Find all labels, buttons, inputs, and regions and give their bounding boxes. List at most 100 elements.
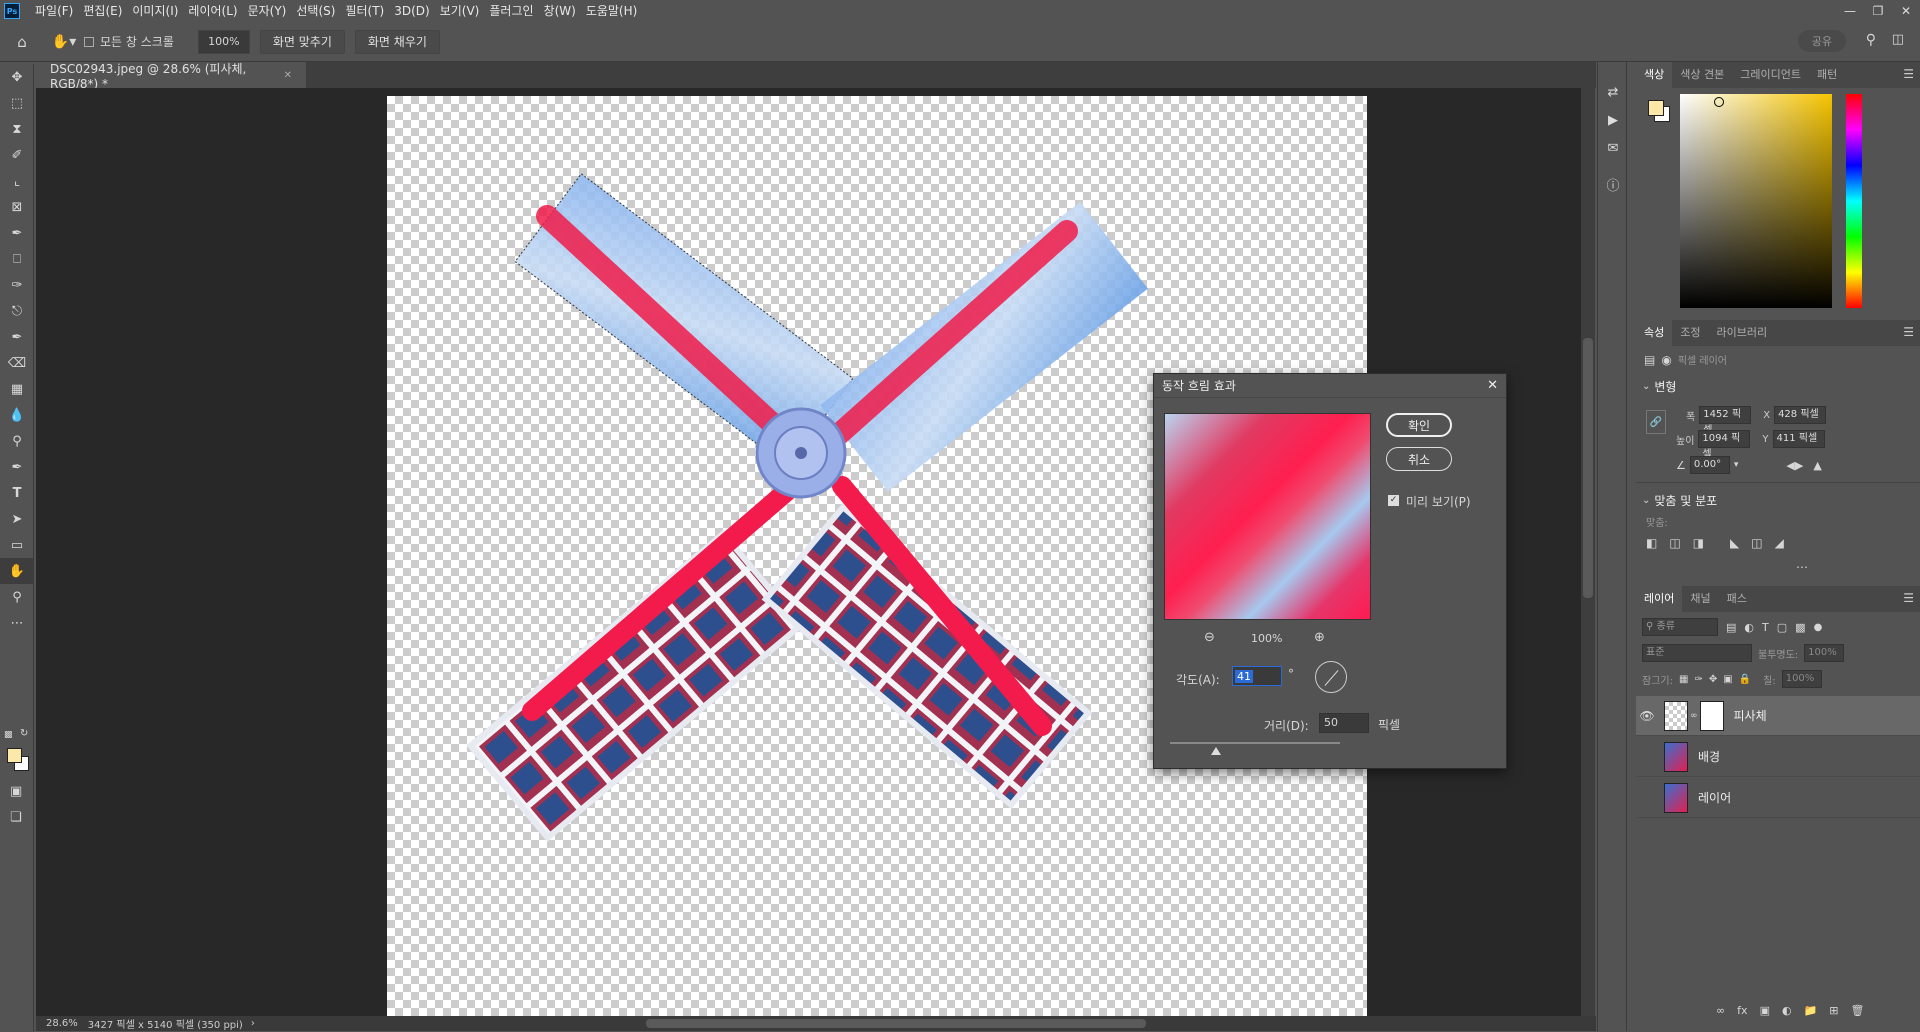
rotation-input[interactable]: 0.00° <box>1689 456 1730 474</box>
marquee-tool-icon[interactable]: ⬚ <box>0 90 34 116</box>
filter-adjust-icon[interactable]: ◐ <box>1744 621 1754 634</box>
fill-screen-button[interactable]: 화면 채우기 <box>354 29 440 54</box>
filter-smart-icon[interactable]: ▩ <box>1795 621 1805 634</box>
frame-tool-icon[interactable]: ⊠ <box>0 194 34 220</box>
rotation-dropdown-icon[interactable]: ▾ <box>1734 460 1739 470</box>
status-zoom[interactable]: 28.6% <box>46 1018 78 1029</box>
flip-horizontal-icon[interactable]: ◀▶ <box>1786 459 1803 472</box>
blur-tool-icon[interactable]: 💧 <box>0 402 34 428</box>
more-tools-icon[interactable]: ⋯ <box>0 610 34 636</box>
angle-dial[interactable] <box>1315 661 1347 693</box>
eyedropper-tool-icon[interactable]: ✒ <box>0 220 34 246</box>
align-right-icon[interactable]: ◨ <box>1693 536 1704 550</box>
flip-vertical-icon[interactable]: ▲ <box>1813 459 1821 472</box>
dodge-tool-icon[interactable]: ⚲ <box>0 428 34 454</box>
layer-name[interactable]: 배경 <box>1698 748 1720 765</box>
preview-zoom-in-icon[interactable]: ⊕ <box>1314 630 1325 645</box>
hand-tool-preset-icon[interactable]: ✋▾ <box>44 34 84 50</box>
delete-layer-icon[interactable]: 🗑 <box>1851 1004 1865 1017</box>
filter-type-icon[interactable]: T <box>1762 621 1769 634</box>
menu-edit[interactable]: 편집(E) <box>78 0 127 22</box>
search-icon[interactable]: ⚲ <box>1866 32 1876 48</box>
align-middle-icon[interactable]: ◫ <box>1751 536 1762 550</box>
height-input[interactable]: 1094 픽셀 <box>1698 430 1751 460</box>
tab-properties[interactable]: 속성 <box>1636 320 1673 346</box>
preview-zoom-out-icon[interactable]: ⊖ <box>1204 630 1215 645</box>
menu-view[interactable]: 보기(V) <box>435 0 485 22</box>
foreground-color-swatch[interactable] <box>7 748 22 763</box>
preview-checkbox[interactable]: ✓ <box>1388 495 1399 506</box>
tab-paths[interactable]: 패스 <box>1719 586 1755 612</box>
color-picker-cursor[interactable] <box>1714 97 1724 107</box>
horizontal-scroll-thumb[interactable] <box>646 1019 1146 1028</box>
workspace-icon[interactable]: ◫ <box>1892 32 1904 47</box>
menu-filter[interactable]: 필터(T) <box>340 0 389 22</box>
screen-mode-icon[interactable]: ❏ <box>10 810 22 825</box>
color-panel-fg-swatch[interactable] <box>1648 100 1664 116</box>
menu-file[interactable]: 파일(F) <box>30 0 78 22</box>
x-input[interactable]: 428 픽셀 <box>1774 406 1827 424</box>
move-tool-icon[interactable]: ✥ <box>0 64 34 90</box>
tab-channels[interactable]: 채널 <box>1682 586 1718 612</box>
home-icon[interactable]: ⌂ <box>0 33 44 51</box>
menu-help[interactable]: 도움말(H) <box>581 0 643 22</box>
hue-slider[interactable] <box>1846 94 1862 308</box>
restore-icon[interactable]: ❐ <box>1864 0 1892 22</box>
align-left-icon[interactable]: ◧ <box>1646 536 1657 550</box>
crop-tool-icon[interactable]: ⌞ <box>0 168 34 194</box>
minimize-icon[interactable]: — <box>1836 0 1864 22</box>
link-layers-icon[interactable]: ∞ <box>1716 1004 1725 1017</box>
layer-row-subject[interactable]: 👁 ∞ 피사체 <box>1636 696 1920 736</box>
menu-layer[interactable]: 레이어(L) <box>183 0 242 22</box>
lock-position-icon[interactable]: ✥ <box>1709 674 1717 685</box>
filter-pixel-icon[interactable]: ▤ <box>1726 621 1736 634</box>
hand-tool-icon[interactable]: ✋ <box>0 558 34 584</box>
y-input[interactable]: 411 픽셀 <box>1772 430 1825 448</box>
layer-row-layer[interactable]: 레이어 <box>1636 778 1920 818</box>
dialog-close-icon[interactable]: ✕ <box>1487 378 1498 393</box>
close-tab-icon[interactable]: ✕ <box>284 70 292 81</box>
distance-slider-track[interactable] <box>1170 742 1340 744</box>
layer-mask-thumbnail[interactable] <box>1699 700 1724 731</box>
brush-tool-icon[interactable]: ✑ <box>0 272 34 298</box>
align-bottom-icon[interactable]: ◢ <box>1775 536 1784 550</box>
panel-menu-icon[interactable]: ☰ <box>1903 67 1914 81</box>
dialog-preview[interactable] <box>1164 413 1371 620</box>
zoom-tool-icon[interactable]: ⚲ <box>0 584 34 610</box>
vertical-scroll-thumb[interactable] <box>1583 338 1593 598</box>
healing-brush-tool-icon[interactable]: ⎕ <box>0 246 34 272</box>
comments-icon[interactable]: ✉ <box>1598 134 1628 162</box>
layer-name[interactable]: 레이어 <box>1698 789 1731 806</box>
history-brush-tool-icon[interactable]: ✒ <box>0 324 34 350</box>
layers-menu-icon[interactable]: ☰ <box>1903 591 1914 605</box>
menu-image[interactable]: 이미지(I) <box>127 0 183 22</box>
default-colors-icon[interactable]: ▩ <box>4 730 13 740</box>
tab-gradients[interactable]: 그레이디언트 <box>1732 62 1809 88</box>
color-picker-field[interactable] <box>1680 94 1832 308</box>
angle-input[interactable]: 41 <box>1232 666 1282 686</box>
menu-type[interactable]: 문자(Y) <box>243 0 292 22</box>
opacity-input[interactable]: 100% <box>1804 644 1845 662</box>
lock-pixels-icon[interactable]: ✑ <box>1694 674 1702 685</box>
more-options-icon[interactable]: ⋯ <box>1796 560 1808 574</box>
info-icon[interactable]: ⓘ <box>1598 170 1628 198</box>
path-select-tool-icon[interactable]: ➤ <box>0 506 34 532</box>
type-tool-icon[interactable]: T <box>0 480 34 506</box>
layer-name[interactable]: 피사체 <box>1734 707 1767 724</box>
quick-mask-icon[interactable]: ▣ <box>10 784 22 799</box>
cancel-button[interactable]: 취소 <box>1386 447 1452 471</box>
swap-colors-icon[interactable]: ↻ <box>20 728 28 739</box>
distance-input[interactable]: 50 <box>1319 713 1369 733</box>
lasso-tool-icon[interactable]: ⧗ <box>0 116 34 142</box>
blend-mode-select[interactable]: 표준 <box>1642 644 1752 662</box>
ok-button[interactable]: 확인 <box>1386 413 1452 437</box>
actions-play-icon[interactable]: ▶ <box>1598 106 1628 134</box>
vertical-scrollbar[interactable] <box>1581 88 1595 1016</box>
tab-libraries[interactable]: 라이브러리 <box>1709 320 1776 346</box>
align-top-icon[interactable]: ◣ <box>1730 536 1739 550</box>
gradient-tool-icon[interactable]: ▦ <box>0 376 34 402</box>
menu-select[interactable]: 선택(S) <box>291 0 340 22</box>
menu-plugins[interactable]: 플러그인 <box>484 0 538 22</box>
add-mask-icon[interactable]: ▣ <box>1760 1004 1770 1017</box>
close-window-icon[interactable]: ✕ <box>1892 0 1920 22</box>
